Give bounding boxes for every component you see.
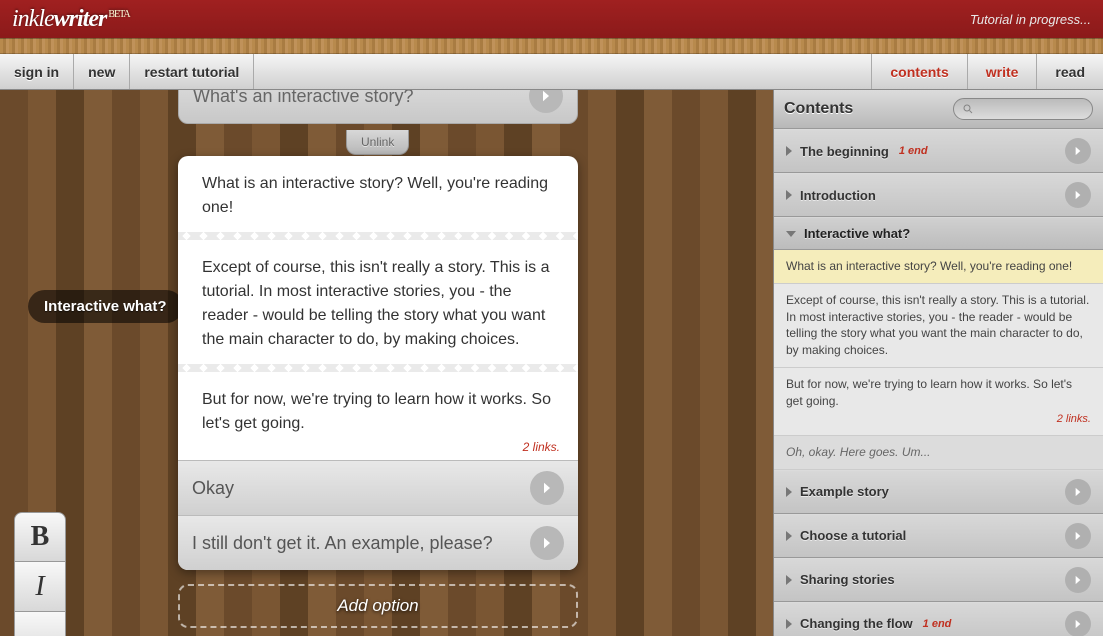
sidebar-title: Contents (784, 100, 853, 118)
chevron-right-icon (786, 190, 792, 200)
arrow-right-icon[interactable] (530, 526, 564, 560)
expanded-section: What is an interactive story? Well, you'… (774, 250, 1103, 470)
option-label: I still don't get it. An example, please… (192, 533, 493, 554)
go-button[interactable] (1065, 479, 1091, 505)
logo-text-plain: inkle (12, 6, 54, 32)
sidebar-header: Contents (774, 90, 1103, 129)
format-toolbar: B I ... + (14, 512, 66, 636)
go-button[interactable] (1065, 182, 1091, 208)
write-button[interactable]: write (967, 54, 1037, 89)
search-input[interactable] (953, 98, 1093, 120)
more-button[interactable]: ... (14, 612, 66, 636)
option-label: Okay (192, 478, 234, 499)
links-meta: 2 links. (786, 412, 1091, 427)
ellipsis-icon: ... (25, 621, 54, 636)
contents-item-changing-flow[interactable]: Changing the flow 1 end (774, 602, 1103, 636)
paragraph-divider (178, 364, 578, 372)
contents-sidebar: Contents The beginning 1 end Introductio… (773, 90, 1103, 636)
story-card: What is an interactive story? Well, you'… (178, 156, 578, 570)
arrow-right-icon[interactable] (530, 471, 564, 505)
item-meta: 1 end (899, 145, 928, 157)
wood-divider (0, 38, 1103, 54)
status-text: Tutorial in progress... (970, 12, 1091, 27)
contents-button[interactable]: contents (871, 54, 966, 89)
new-button[interactable]: new (74, 54, 130, 89)
chevron-right-icon (786, 575, 792, 585)
paragraph[interactable]: But for now, we're trying to learn how i… (178, 372, 578, 438)
item-label: Sharing stories (800, 572, 895, 587)
option-row[interactable]: Okay (178, 460, 578, 515)
bold-icon: B (31, 521, 50, 553)
option-row[interactable]: I still don't get it. An example, please… (178, 515, 578, 570)
logo: inklewriterBETA (12, 6, 130, 33)
chevron-down-icon (786, 231, 796, 237)
paragraph[interactable]: What is an interactive story? Well, you'… (178, 156, 578, 232)
go-button[interactable] (1065, 138, 1091, 164)
restart-tutorial-button[interactable]: restart tutorial (130, 54, 254, 89)
item-label: Choose a tutorial (800, 528, 906, 543)
contents-list[interactable]: The beginning 1 end Introduction Interac… (774, 129, 1103, 636)
chevron-right-icon (786, 531, 792, 541)
expanded-paragraph[interactable]: What is an interactive story? Well, you'… (774, 250, 1103, 284)
section-tag[interactable]: Interactive what? (28, 290, 183, 323)
contents-item-introduction[interactable]: Introduction (774, 173, 1103, 217)
previous-option-label: What's an interactive story? (193, 90, 414, 107)
unlink-button[interactable]: Unlink (346, 130, 409, 155)
contents-item-the-beginning[interactable]: The beginning 1 end (774, 129, 1103, 173)
item-label: The beginning (800, 144, 889, 159)
beta-badge: BETA (108, 9, 129, 20)
item-label: Interactive what? (804, 226, 910, 241)
main-area: Interactive what? What's an interactive … (0, 90, 1103, 636)
contents-item-sharing-stories[interactable]: Sharing stories (774, 558, 1103, 602)
go-button[interactable] (1065, 611, 1091, 636)
chevron-right-icon (786, 487, 792, 497)
previous-card: What's an interactive story? (178, 90, 578, 124)
previous-option[interactable]: What's an interactive story? (178, 90, 578, 124)
links-count: 2 links. (178, 438, 578, 460)
italic-icon: I (35, 571, 44, 603)
item-label: Example story (800, 484, 889, 499)
read-button[interactable]: read (1036, 54, 1103, 89)
go-button[interactable] (1065, 567, 1091, 593)
arrow-right-icon[interactable] (529, 90, 563, 113)
expanded-paragraph[interactable]: But for now, we're trying to learn how i… (774, 368, 1103, 436)
contents-item-example-story[interactable]: Example story (774, 470, 1103, 514)
contents-item-interactive-what[interactable]: Interactive what? (774, 217, 1103, 250)
bold-button[interactable]: B (14, 512, 66, 562)
add-option-button[interactable]: Add option (178, 584, 578, 628)
menu-bar: sign in new restart tutorial contents wr… (0, 54, 1103, 90)
item-label: Introduction (800, 188, 876, 203)
chevron-right-icon (786, 619, 792, 629)
contents-item-choose-tutorial[interactable]: Choose a tutorial (774, 514, 1103, 558)
item-meta: 1 end (923, 618, 952, 630)
paragraph[interactable]: Except of course, this isn't really a st… (178, 240, 578, 364)
item-label: Changing the flow (800, 616, 913, 631)
expanded-paragraph[interactable]: Oh, okay. Here goes. Um... (774, 436, 1103, 470)
story-canvas[interactable]: Interactive what? What's an interactive … (0, 90, 773, 636)
sign-in-button[interactable]: sign in (0, 54, 74, 89)
top-bar: inklewriterBETA Tutorial in progress... (0, 0, 1103, 38)
chevron-right-icon (786, 146, 792, 156)
search-icon (962, 103, 974, 115)
logo-text-bold: writer (54, 6, 107, 32)
expanded-paragraph[interactable]: Except of course, this isn't really a st… (774, 284, 1103, 368)
go-button[interactable] (1065, 523, 1091, 549)
paragraph-divider (178, 232, 578, 240)
italic-button[interactable]: I (14, 562, 66, 612)
